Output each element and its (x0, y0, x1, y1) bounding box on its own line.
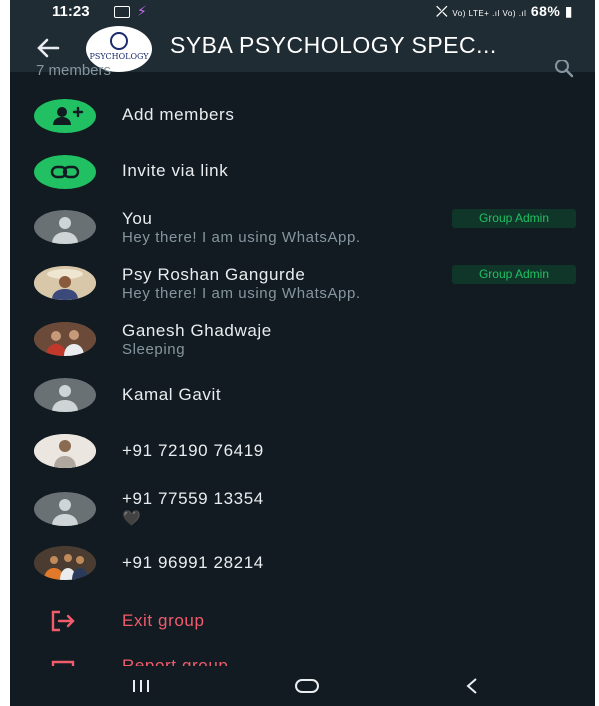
add-members-label: Add members (122, 105, 235, 124)
report-group-label: Report group (122, 656, 229, 666)
psychology-head-icon (110, 32, 128, 50)
signal-text: Vo) LTE+ .ıl Vo) .ıl (452, 9, 527, 18)
right-border (595, 0, 599, 706)
screenshot-icon (114, 6, 130, 18)
member-name: You (122, 209, 153, 228)
exit-group-label: Exit group (122, 611, 205, 630)
battery-icon: ▮ (564, 3, 573, 19)
add-members-row[interactable]: Add members (10, 88, 595, 144)
default-avatar-icon (34, 210, 96, 244)
recent-apps-icon[interactable] (130, 678, 152, 694)
member-photo-avatar (34, 434, 96, 468)
back-nav-icon[interactable] (464, 676, 480, 696)
member-name: +91 72190 76419 (122, 441, 264, 460)
member-status: Sleeping (122, 341, 186, 358)
member-row[interactable]: You Hey there! I am using WhatsApp. Grou… (10, 199, 595, 255)
member-photo-avatar (34, 266, 96, 300)
member-row[interactable]: +91 77559 13354 🖤 (10, 479, 595, 535)
back-arrow-icon[interactable] (32, 32, 64, 64)
add-person-icon (53, 106, 84, 125)
default-avatar-icon (34, 378, 96, 412)
member-row[interactable]: Ganesh Ghadwaje Sleeping (10, 311, 595, 367)
invite-link-label: Invite via link (122, 161, 229, 180)
android-nav-bar (10, 666, 595, 706)
mute-icon: ⤫ (436, 3, 448, 19)
group-title[interactable]: SYBA PSYCHOLOGY SPEC... (170, 32, 497, 59)
left-border (0, 0, 10, 706)
report-icon (51, 660, 75, 666)
add-member-avatar (34, 99, 96, 133)
member-name: Kamal Gavit (122, 385, 222, 404)
exit-group-row[interactable]: Exit group (10, 595, 595, 651)
member-photo-avatar (34, 546, 96, 580)
member-status: 🖤 (122, 510, 142, 527)
member-name: +91 96991 28214 (122, 553, 264, 572)
member-name: +91 77559 13354 (122, 489, 264, 508)
group-admin-badge: Group Admin (452, 265, 576, 284)
whatsapp-group-info-screen: 11:23 ⚡ ⤫ Vo) LTE+ .ıl Vo) .ıl 68% ▮ PSY… (10, 0, 595, 706)
group-admin-badge: Group Admin (452, 209, 576, 228)
invite-link-row[interactable]: Invite via link (10, 144, 595, 200)
member-row[interactable]: +91 72190 76419 (10, 423, 595, 479)
search-icon[interactable] (553, 60, 575, 82)
report-group-row[interactable]: Report group (10, 648, 595, 666)
status-time: 11:23 (52, 3, 90, 20)
avatar-label: PSYCHOLOGY (89, 52, 149, 61)
member-status: Hey there! I am using WhatsApp. (122, 285, 361, 302)
status-bar: 11:23 ⚡ ⤫ Vo) LTE+ .ıl Vo) .ıl 68% ▮ (10, 0, 595, 24)
member-row[interactable]: +91 96991 28214 (10, 535, 595, 591)
members-count: 7 members (36, 62, 112, 79)
member-row[interactable]: Kamal Gavit (10, 367, 595, 423)
member-status: Hey there! I am using WhatsApp. (122, 229, 361, 246)
status-right: ⤫ Vo) LTE+ .ıl Vo) .ıl 68% ▮ (436, 3, 573, 20)
link-icon (50, 165, 80, 179)
member-name: Psy Roshan Gangurde (122, 265, 306, 284)
battery-level: 68% (530, 3, 561, 19)
member-photo-avatar (34, 322, 96, 356)
default-avatar-icon (34, 492, 96, 526)
invite-link-avatar (34, 155, 96, 189)
member-row[interactable]: Psy Roshan Gangurde Hey there! I am usin… (10, 255, 595, 311)
exit-icon (51, 610, 75, 632)
app-notification-icon: ⚡ (137, 3, 147, 19)
home-icon[interactable] (294, 678, 320, 694)
member-name: Ganesh Ghadwaje (122, 321, 272, 340)
